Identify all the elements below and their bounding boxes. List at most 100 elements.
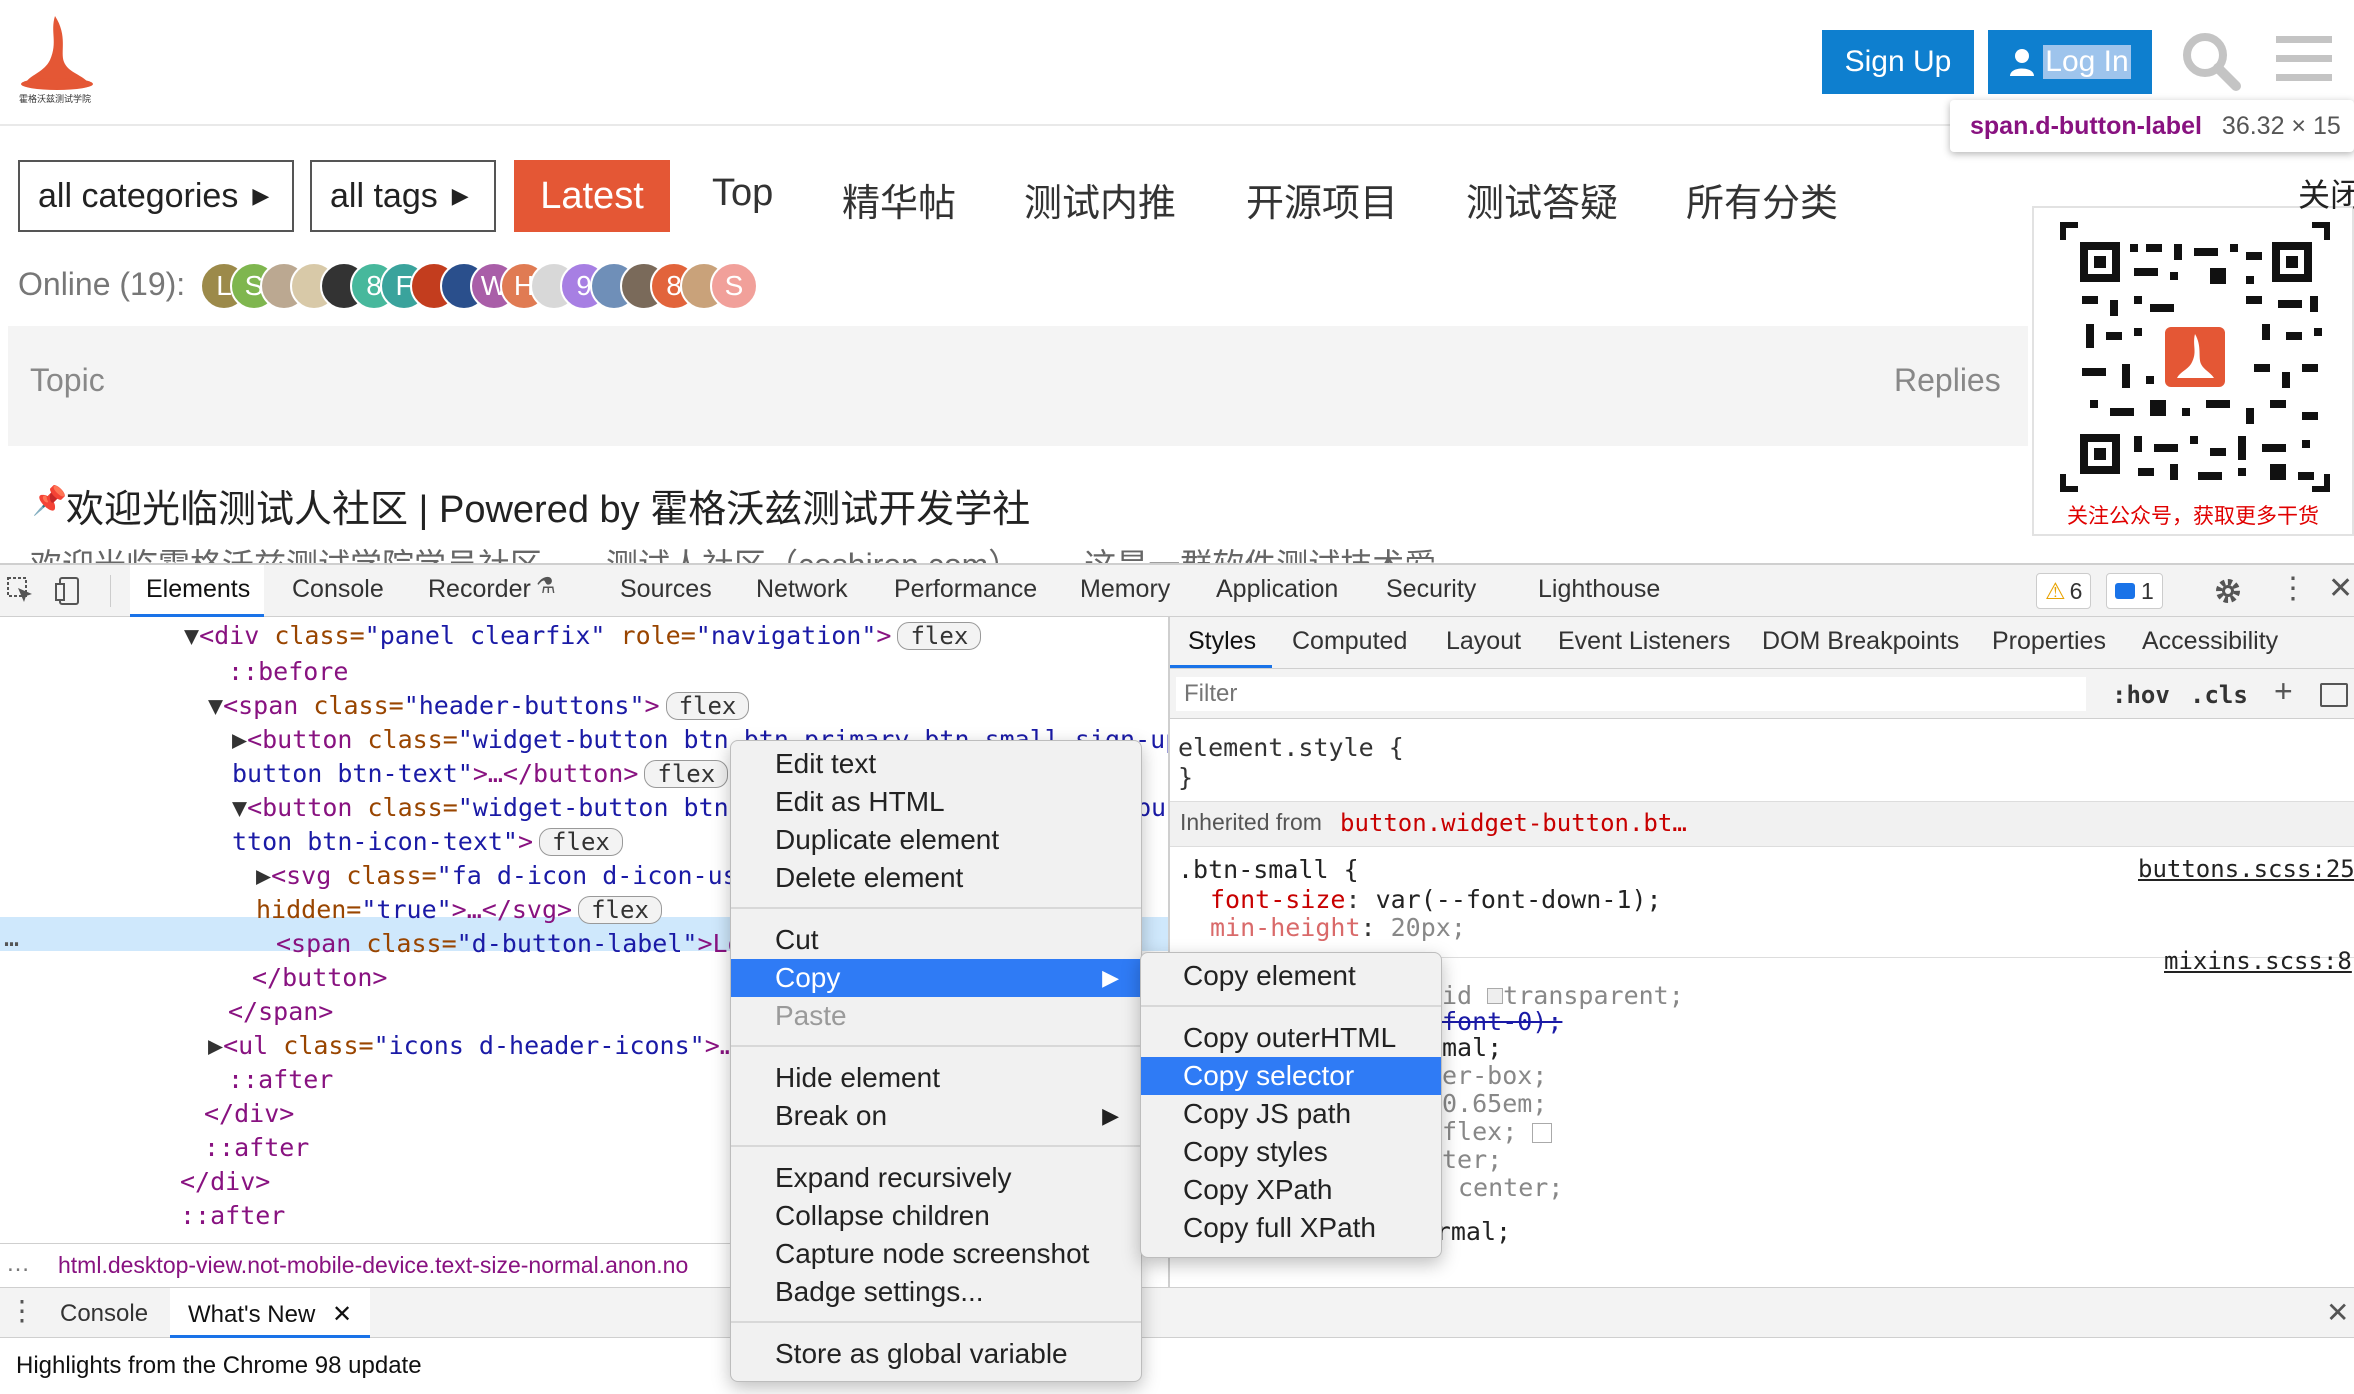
nav-featured[interactable]: 精华帖 [842,172,956,227]
tab-computed[interactable]: Computed [1292,627,1407,656]
pinned-topic-title[interactable]: 欢迎光临测试人社区 | Powered by 霍格沃兹测试开发学社 [66,478,1030,533]
device-toolbar-icon[interactable] [54,576,84,606]
menu-copy-styles[interactable]: Copy styles [1141,1133,1441,1171]
menu-edit-as-html[interactable]: Edit as HTML [731,783,1141,821]
drawer-menu-icon[interactable]: ⋮ [8,1294,36,1327]
menu-break-on[interactable]: Break on ▶ [731,1097,1141,1135]
inspect-element-icon[interactable] [6,576,36,606]
flex-badge[interactable]: flex [897,622,982,650]
close-drawer-icon[interactable]: ✕ [2326,1296,2349,1329]
rule-mixins-source[interactable]: mixins.scss:8 [2164,947,2352,975]
dom-node-span-label-selected[interactable]: <span class="d-button-label">Log [276,929,758,958]
tab-event-listeners[interactable]: Event Listeners [1558,627,1730,656]
drawer-tab-whats-new[interactable]: What's New ✕ [170,1288,371,1338]
menu-copy-selector[interactable]: Copy selector [1141,1057,1441,1095]
flex-badge[interactable]: flex [578,896,662,924]
tab-recorder[interactable]: Recorder [428,575,531,604]
tab-styles[interactable]: Styles [1188,627,1256,656]
menu-duplicate-element[interactable]: Duplicate element [731,821,1141,859]
dom-node-ul-icons[interactable]: ▶<ul class="icons d-header-icons">…< [208,1031,750,1060]
tab-console[interactable]: Console [292,575,384,604]
site-logo[interactable]: 霍格沃兹测试学院 [10,12,100,106]
toggle-sidebar-icon[interactable] [2320,683,2348,707]
dom-pseudo-after[interactable]: ::after [204,1133,309,1162]
menu-copy[interactable]: Copy ▶ [731,959,1141,997]
hov-toggle[interactable]: :hov [2112,681,2170,709]
tab-layout[interactable]: Layout [1446,627,1521,656]
menu-copy-full-xpath[interactable]: Copy full XPath [1141,1209,1441,1247]
cls-toggle[interactable]: .cls [2190,681,2248,709]
new-style-rule-icon[interactable]: + [2274,673,2293,710]
nav-all-categories[interactable]: 所有分类 [1686,172,1838,227]
close-devtools-icon[interactable]: ✕ [2328,571,2353,606]
flex-editor-icon[interactable] [1532,1123,1553,1143]
flex-badge[interactable]: flex [665,692,750,720]
drawer-tab-console[interactable]: Console [60,1300,148,1328]
rule-btn-small-prop-2[interactable]: min-height: 20px; [1210,913,1466,942]
nav-qa[interactable]: 测试答疑 [1466,172,1618,227]
tab-application[interactable]: Application [1216,575,1338,604]
rule-btn-small-source[interactable]: buttons.scss:25 [2138,855,2354,883]
close-tab-icon[interactable]: ✕ [332,1301,352,1328]
dom-node-svg[interactable]: ▶<svg class="fa d-icon d-icon-use [256,861,753,890]
avatar[interactable]: S [710,262,758,310]
tab-network[interactable]: Network [756,575,848,604]
more-options-icon[interactable]: ⋮ [2278,571,2308,606]
breadcrumb-scroll-left[interactable]: … [6,1250,30,1278]
search-icon[interactable] [2180,30,2242,92]
topic-column-header[interactable]: Topic [30,362,105,399]
menu-copy-outerhtml[interactable]: Copy outerHTML [1141,1019,1441,1057]
dom-pseudo-after[interactable]: ::after [228,1065,333,1094]
dom-node-div-panel[interactable]: ▼<div class="panel clearfix" role="navig… [184,621,982,650]
warnings-badge[interactable]: ⚠ 6 [2036,573,2092,609]
menu-hide-element[interactable]: Hide element [731,1059,1141,1097]
dom-close-button[interactable]: </button> [252,963,387,992]
qr-close-link[interactable]: 关闭 [2298,170,2354,216]
dom-close-div[interactable]: </div> [204,1099,294,1128]
tab-properties[interactable]: Properties [1992,627,2106,656]
styles-filter-input[interactable] [1176,677,2086,711]
log-in-button[interactable]: Log In [1988,30,2152,94]
dom-pseudo-before[interactable]: ::before [228,657,348,686]
dom-node-button-login[interactable]: ▼<button class="widget-button btn [232,793,729,822]
menu-edit-text[interactable]: Edit text [731,745,1141,783]
rule-btn-small-selector[interactable]: .btn-small { [1178,855,1359,884]
menu-copy-js-path[interactable]: Copy JS path [1141,1095,1441,1133]
menu-copy-element[interactable]: Copy element [1141,957,1441,995]
dom-pseudo-after[interactable]: ::after [180,1201,285,1230]
menu-badge-settings[interactable]: Badge settings... [731,1273,1141,1311]
tag-close: > [517,827,534,856]
menu-expand-recursively[interactable]: Expand recursively [731,1159,1141,1197]
rule-btn-small-prop-1[interactable]: font-size: var(--font-down-1); [1210,885,1662,914]
menu-collapse-children[interactable]: Collapse children [731,1197,1141,1235]
inherited-selector-link[interactable]: button.widget-button.bt… [1340,809,1687,837]
tab-lighthouse[interactable]: Lighthouse [1538,575,1660,604]
dom-close-span[interactable]: </span> [228,997,333,1026]
tab-dom-breakpoints[interactable]: DOM Breakpoints [1762,627,1959,656]
nav-open-source[interactable]: 开源项目 [1246,172,1398,227]
dom-node-span-header-buttons[interactable]: ▼<span class="header-buttons"> flex [208,691,750,720]
messages-badge[interactable]: 1 [2106,573,2163,609]
tab-memory[interactable]: Memory [1080,575,1170,604]
menu-cut[interactable]: Cut [731,921,1141,959]
menu-delete-element[interactable]: Delete element [731,859,1141,897]
settings-gear-icon[interactable] [2212,575,2244,607]
flex-badge[interactable]: flex [539,828,623,856]
menu-copy-xpath[interactable]: Copy XPath [1141,1171,1441,1209]
tab-security[interactable]: Security [1386,575,1476,604]
replies-column-header[interactable]: Replies [1894,362,2001,399]
menu-store-as-global-variable[interactable]: Store as global variable [731,1335,1141,1373]
attr-name: role= [605,621,696,650]
tab-accessibility[interactable]: Accessibility [2142,627,2278,656]
hamburger-menu-icon[interactable] [2276,34,2332,84]
dom-close-div[interactable]: </div> [180,1167,270,1196]
nav-referrals[interactable]: 测试内推 [1024,172,1176,227]
flex-badge[interactable]: flex [644,760,729,788]
tab-performance[interactable]: Performance [894,575,1037,604]
sign-up-button[interactable]: Sign Up [1822,30,1974,94]
tab-sources[interactable]: Sources [620,575,712,604]
style-fragment-text: transparent; [1503,981,1684,1010]
menu-capture-node-screenshot[interactable]: Capture node screenshot [731,1235,1141,1273]
tab-elements[interactable]: Elements [146,575,250,604]
element-style-rule[interactable]: element.style { [1178,733,1404,762]
